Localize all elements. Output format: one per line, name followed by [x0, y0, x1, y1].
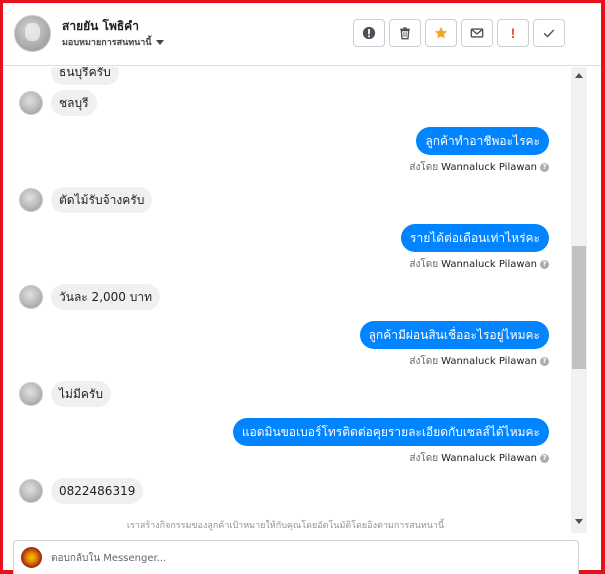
incoming-message[interactable]: ชลบุรี — [51, 90, 97, 116]
message-thread[interactable]: ธนบุรีครับ ชลบุรี ลูกค้าทำอาชีพอะไรคะ ส่… — [3, 67, 587, 533]
incoming-message[interactable]: วันละ 2,000 บาท — [51, 284, 160, 310]
sender-name[interactable]: Wannaluck Pilawan — [441, 453, 537, 464]
message-row-incoming: ตัดไม้รับจ้างครับ — [19, 187, 153, 213]
message-row-incoming: ไม่มีครับ — [19, 381, 111, 407]
caret-down-icon — [155, 39, 164, 45]
trash-icon — [400, 27, 410, 40]
sent-by-label: ส่งโดย Wannaluck Pilawan ? — [409, 160, 549, 175]
sent-by-prefix: ส่งโดย — [409, 162, 439, 173]
message-row-incoming: ชลบุรี — [19, 90, 97, 116]
sender-avatar[interactable] — [19, 188, 43, 212]
delete-button[interactable] — [389, 19, 421, 47]
info-icon[interactable]: ? — [540, 454, 549, 463]
sent-by-prefix: ส่งโดย — [409, 356, 439, 367]
scroll-up-arrow-icon[interactable] — [575, 73, 583, 78]
conversation-toolbar: ! — [353, 19, 565, 47]
exclamation-icon: ! — [510, 25, 516, 41]
sender-avatar[interactable] — [19, 479, 43, 503]
sender-avatar[interactable] — [19, 382, 43, 406]
star-icon — [434, 26, 448, 39]
spam-button[interactable] — [353, 19, 385, 47]
scrollbar-thumb[interactable] — [572, 246, 586, 369]
sent-by-prefix: ส่งโดย — [409, 453, 439, 464]
sent-by-label: ส่งโดย Wannaluck Pilawan ? — [409, 354, 549, 369]
sender-name[interactable]: Wannaluck Pilawan — [441, 356, 537, 367]
follow-up-button[interactable]: ! — [497, 19, 529, 47]
sent-by-label: ส่งโดย Wannaluck Pilawan ? — [409, 257, 549, 272]
scroll-down-arrow-icon[interactable] — [575, 519, 583, 524]
sender-name[interactable]: Wannaluck Pilawan — [441, 259, 537, 270]
contact-avatar[interactable] — [14, 15, 51, 52]
sender-avatar[interactable] — [19, 91, 43, 115]
lead-activity-notice: เราสร้างกิจกรรมของลูกค้าเป้าหมายให้กับคุ… — [126, 521, 445, 531]
message-composer — [13, 540, 579, 574]
incoming-message[interactable]: ไม่มีครับ — [51, 381, 111, 407]
message-row-incoming: วันละ 2,000 บาท — [19, 284, 160, 310]
sender-name[interactable]: Wannaluck Pilawan — [441, 162, 537, 173]
info-icon[interactable]: ? — [540, 260, 549, 269]
mark-done-button[interactable] — [533, 19, 565, 47]
incoming-message[interactable]: ธนบุรีครับ — [51, 67, 119, 85]
info-icon[interactable]: ? — [540, 163, 549, 172]
star-button[interactable] — [425, 19, 457, 47]
outgoing-message[interactable]: ลูกค้าทำอาชีพอะไรคะ — [416, 127, 549, 155]
message-row-incoming: 0822486319 — [19, 478, 144, 504]
mark-unread-button[interactable] — [461, 19, 493, 47]
incoming-message[interactable]: ตัดไม้รับจ้างครับ — [51, 187, 153, 213]
outgoing-message[interactable]: รายได้ต่อเดือนเท่าไหร่คะ — [401, 224, 549, 252]
conversation-header: สายยัน โพธิคำ มอบหมายการสนทนานี้ ! — [3, 3, 601, 66]
assign-label: มอบหมายการสนทนานี้ — [62, 38, 152, 48]
reply-input[interactable] — [51, 541, 571, 574]
sender-avatar[interactable] — [19, 285, 43, 309]
check-icon — [543, 29, 555, 38]
envelope-icon — [470, 28, 484, 38]
info-icon[interactable]: ? — [540, 357, 549, 366]
incoming-message[interactable]: 0822486319 — [51, 478, 144, 504]
sent-by-label: ส่งโดย Wannaluck Pilawan ? — [409, 451, 549, 466]
contact-name[interactable]: สายยัน โพธิคำ — [62, 17, 139, 36]
alert-circle-icon — [362, 26, 376, 40]
page-logo-avatar — [21, 547, 42, 568]
outgoing-message[interactable]: ลูกค้ามีผ่อนสินเชื่ออะไรอยู่ไหมคะ — [359, 321, 549, 349]
outgoing-message[interactable]: แอดมินขอเบอร์โทรติดต่อคุยรายละเอียดกับเซ… — [232, 418, 549, 446]
message-row-incoming: ธนบุรีครับ — [19, 67, 119, 85]
assign-conversation-dropdown[interactable]: มอบหมายการสนทนานี้ — [62, 35, 164, 49]
sent-by-prefix: ส่งโดย — [409, 259, 439, 270]
thread-scrollbar[interactable] — [571, 67, 587, 533]
